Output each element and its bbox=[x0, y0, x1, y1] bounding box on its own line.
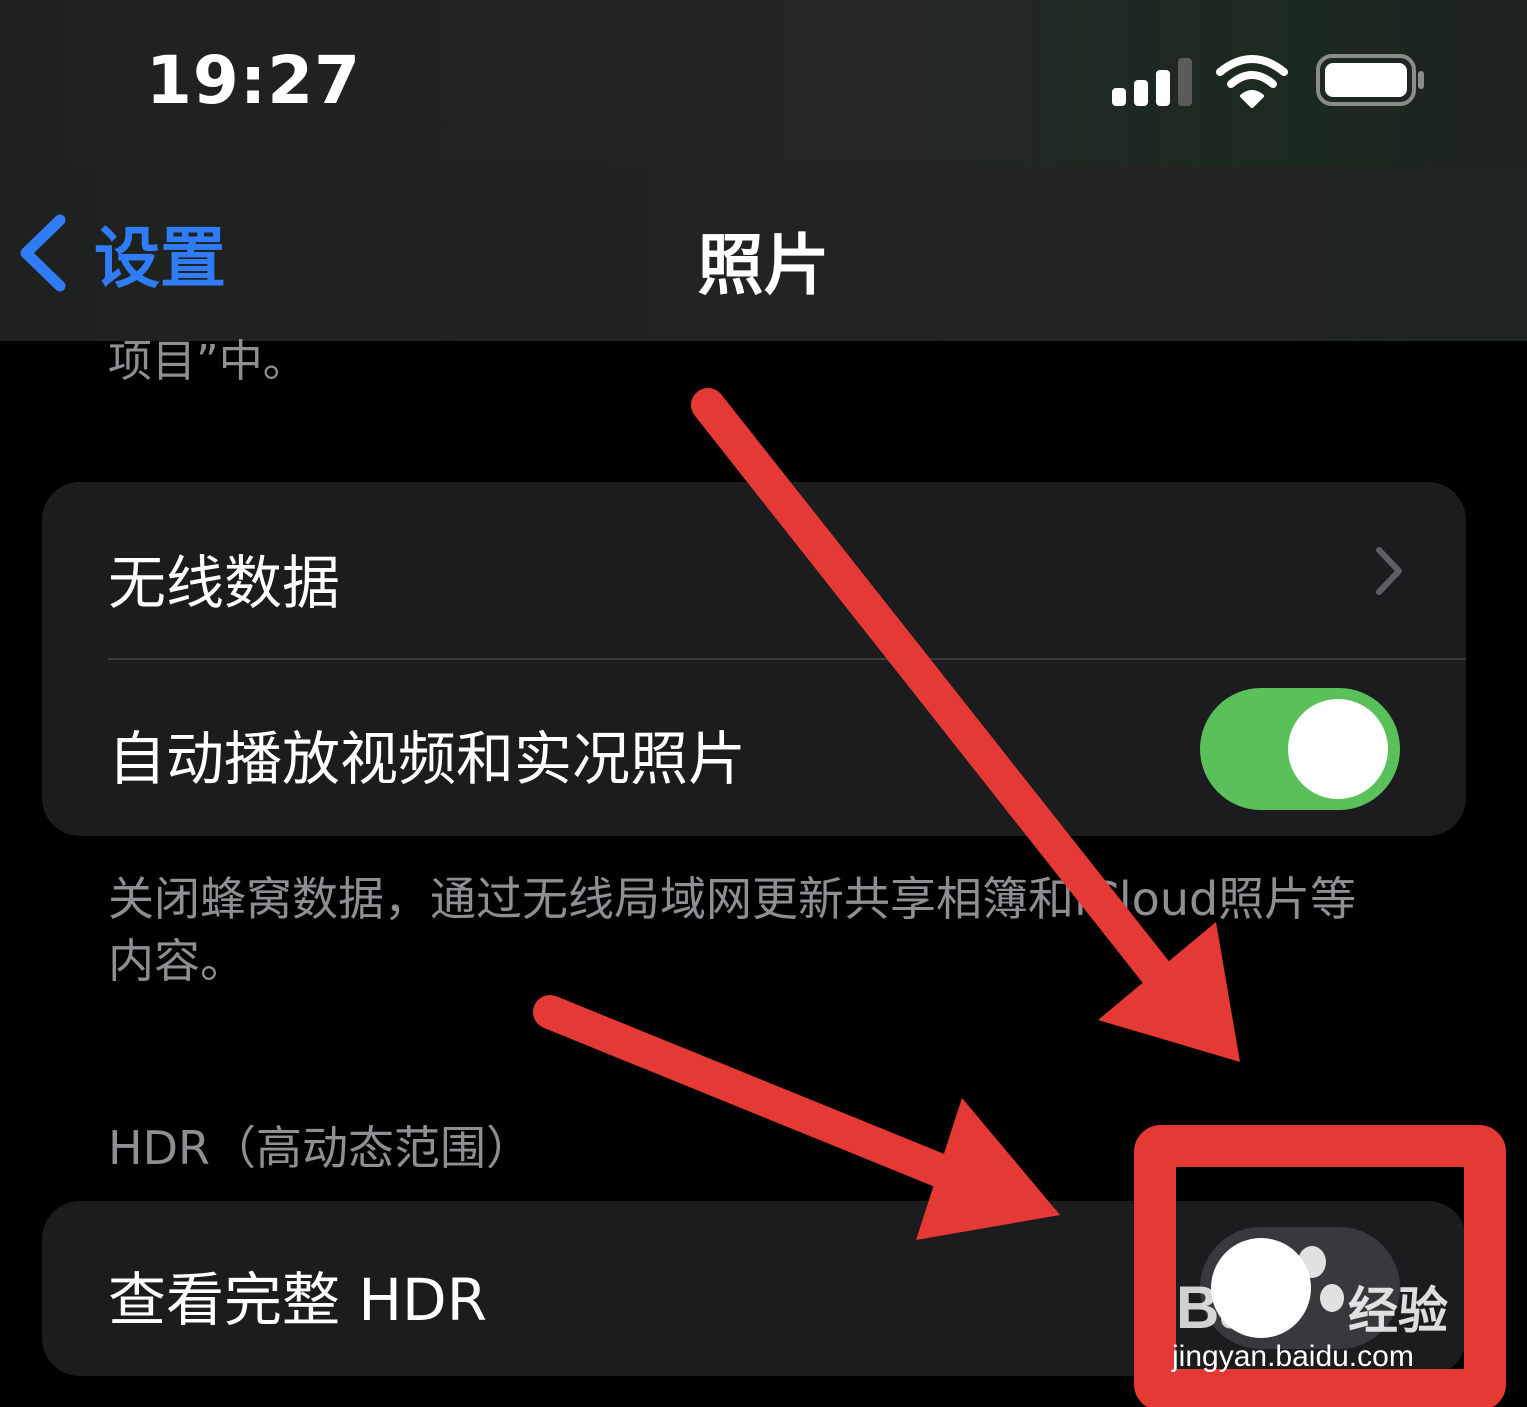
cellular-settings-group: 无线数据 自动播放视频和实况照片 bbox=[42, 482, 1466, 836]
cellular-footer-text: 关闭蜂窝数据，通过无线局域网更新共享相簿和iCloud照片等内容。 bbox=[108, 872, 1357, 988]
list-item-autoplay: 自动播放视频和实况照片 bbox=[42, 660, 1466, 836]
list-item-view-full-hdr: 查看完整 HDR bbox=[42, 1201, 1466, 1376]
toggle-knob bbox=[1211, 1238, 1311, 1338]
view-full-hdr-label: 查看完整 HDR bbox=[108, 1266, 488, 1334]
list-item-wireless-data[interactable]: 无线数据 bbox=[42, 482, 1466, 659]
wireless-data-label: 无线数据 bbox=[108, 549, 341, 617]
hdr-section-header: HDR（高动态范围） bbox=[108, 1121, 532, 1175]
chevron-right-icon bbox=[1376, 547, 1402, 595]
view-full-hdr-toggle[interactable] bbox=[1200, 1227, 1400, 1349]
status-bar: 19:27 bbox=[0, 0, 1527, 165]
autoplay-toggle[interactable] bbox=[1200, 688, 1400, 810]
status-time: 19:27 bbox=[146, 42, 362, 119]
signal-icon bbox=[1112, 56, 1192, 106]
page-title: 照片 bbox=[697, 227, 830, 304]
autoplay-label: 自动播放视频和实况照片 bbox=[108, 725, 747, 793]
clipped-description-text: 项目”中。 bbox=[108, 336, 307, 380]
wifi-icon bbox=[1216, 55, 1288, 108]
battery-icon bbox=[1316, 54, 1424, 106]
hdr-settings-group: 查看完整 HDR bbox=[42, 1201, 1466, 1376]
toggle-knob bbox=[1288, 699, 1388, 799]
